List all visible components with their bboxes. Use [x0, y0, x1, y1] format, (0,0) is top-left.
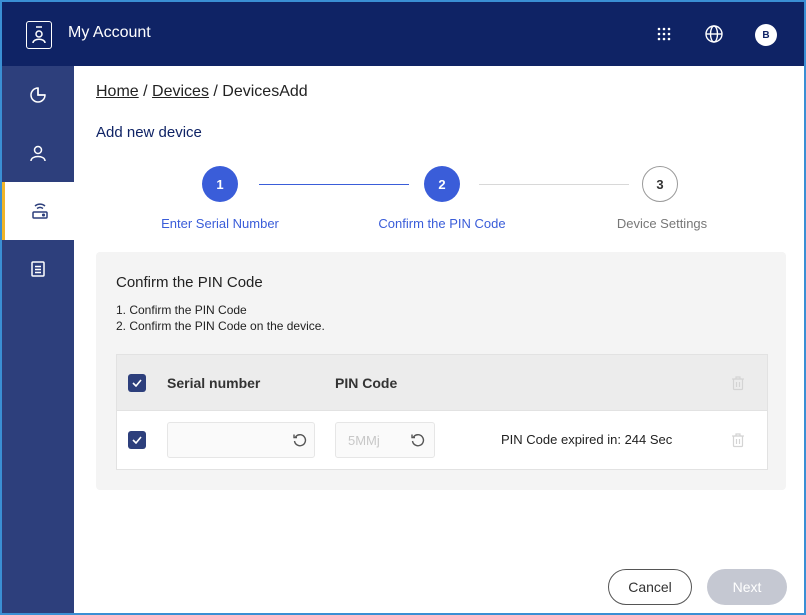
pie-chart-icon — [30, 87, 46, 103]
check-icon — [132, 379, 142, 387]
main-content: Home / Devices / DevicesAdd Add new devi… — [74, 66, 804, 613]
apps-grid-icon[interactable] — [652, 22, 676, 46]
pin-expiry-text: PIN Code expired in: 244 Sec — [501, 432, 673, 447]
sidebar-item-dashboard[interactable] — [2, 66, 74, 124]
breadcrumb-separator: / — [138, 83, 153, 100]
refresh-pin-icon[interactable] — [410, 432, 426, 448]
delete-row-trash-icon[interactable] — [730, 432, 746, 448]
confirm-pin-card: Confirm the PIN Code 1. Confirm the PIN … — [96, 252, 786, 490]
breadcrumb-current: DevicesAdd — [222, 83, 308, 100]
table-header: Serial number PIN Code — [117, 355, 767, 411]
breadcrumb: Home / Devices / DevicesAdd — [96, 83, 308, 101]
row-checkbox[interactable] — [128, 431, 146, 449]
globe-icon[interactable] — [702, 22, 726, 46]
breadcrumb-separator: / — [208, 83, 223, 100]
router-icon — [31, 203, 48, 219]
account-logo-icon[interactable] — [26, 21, 52, 49]
app-title: My Account — [68, 24, 151, 41]
cancel-button[interactable]: Cancel — [608, 569, 692, 605]
pin-code-value: 5MMj — [348, 433, 380, 448]
table-row: 5MMj PIN Code expired in: 244 Sec — [117, 412, 767, 469]
step-connector-1 — [259, 184, 409, 185]
column-header-pin: PIN Code — [335, 375, 398, 391]
breadcrumb-devices[interactable]: Devices — [152, 83, 209, 100]
step-2-circle: 2 — [424, 166, 460, 202]
refresh-serial-icon[interactable] — [292, 432, 308, 448]
step-1-circle: 1 — [202, 166, 238, 202]
sidebar — [2, 66, 74, 613]
document-icon — [31, 261, 45, 277]
step-3-circle: 3 — [642, 166, 678, 202]
sidebar-item-profile[interactable] — [2, 124, 74, 182]
app-window: My Account B Home / Devices / DevicesAdd… — [0, 0, 806, 615]
person-badge-icon — [32, 26, 46, 44]
pin-code-input[interactable]: 5MMj — [335, 422, 435, 458]
breadcrumb-home[interactable]: Home — [96, 83, 139, 100]
column-header-serial: Serial number — [167, 375, 261, 391]
device-table: Serial number PIN Code 5MMj PIN Code exp… — [116, 354, 768, 470]
sidebar-item-documents[interactable] — [2, 240, 74, 298]
delete-all-trash-icon[interactable] — [730, 375, 746, 391]
top-bar: My Account B — [2, 2, 804, 66]
sidebar-item-devices[interactable] — [2, 182, 74, 240]
step-3-label: Device Settings — [616, 216, 708, 231]
check-icon — [132, 436, 142, 444]
user-avatar[interactable]: B — [755, 24, 777, 46]
serial-number-input[interactable] — [167, 422, 315, 458]
step-connector-2 — [479, 184, 629, 185]
page-title: Add new device — [96, 124, 202, 141]
step-1-label: Enter Serial Number — [161, 216, 279, 231]
select-all-checkbox[interactable] — [128, 374, 146, 392]
card-title: Confirm the PIN Code — [116, 274, 263, 291]
step-2-label: Confirm the PIN Code — [378, 216, 506, 231]
instruction-line: 1. Confirm the PIN Code — [116, 303, 247, 317]
next-button[interactable]: Next — [707, 569, 787, 605]
user-icon — [30, 145, 46, 162]
instruction-line: 2. Confirm the PIN Code on the device. — [116, 319, 325, 333]
